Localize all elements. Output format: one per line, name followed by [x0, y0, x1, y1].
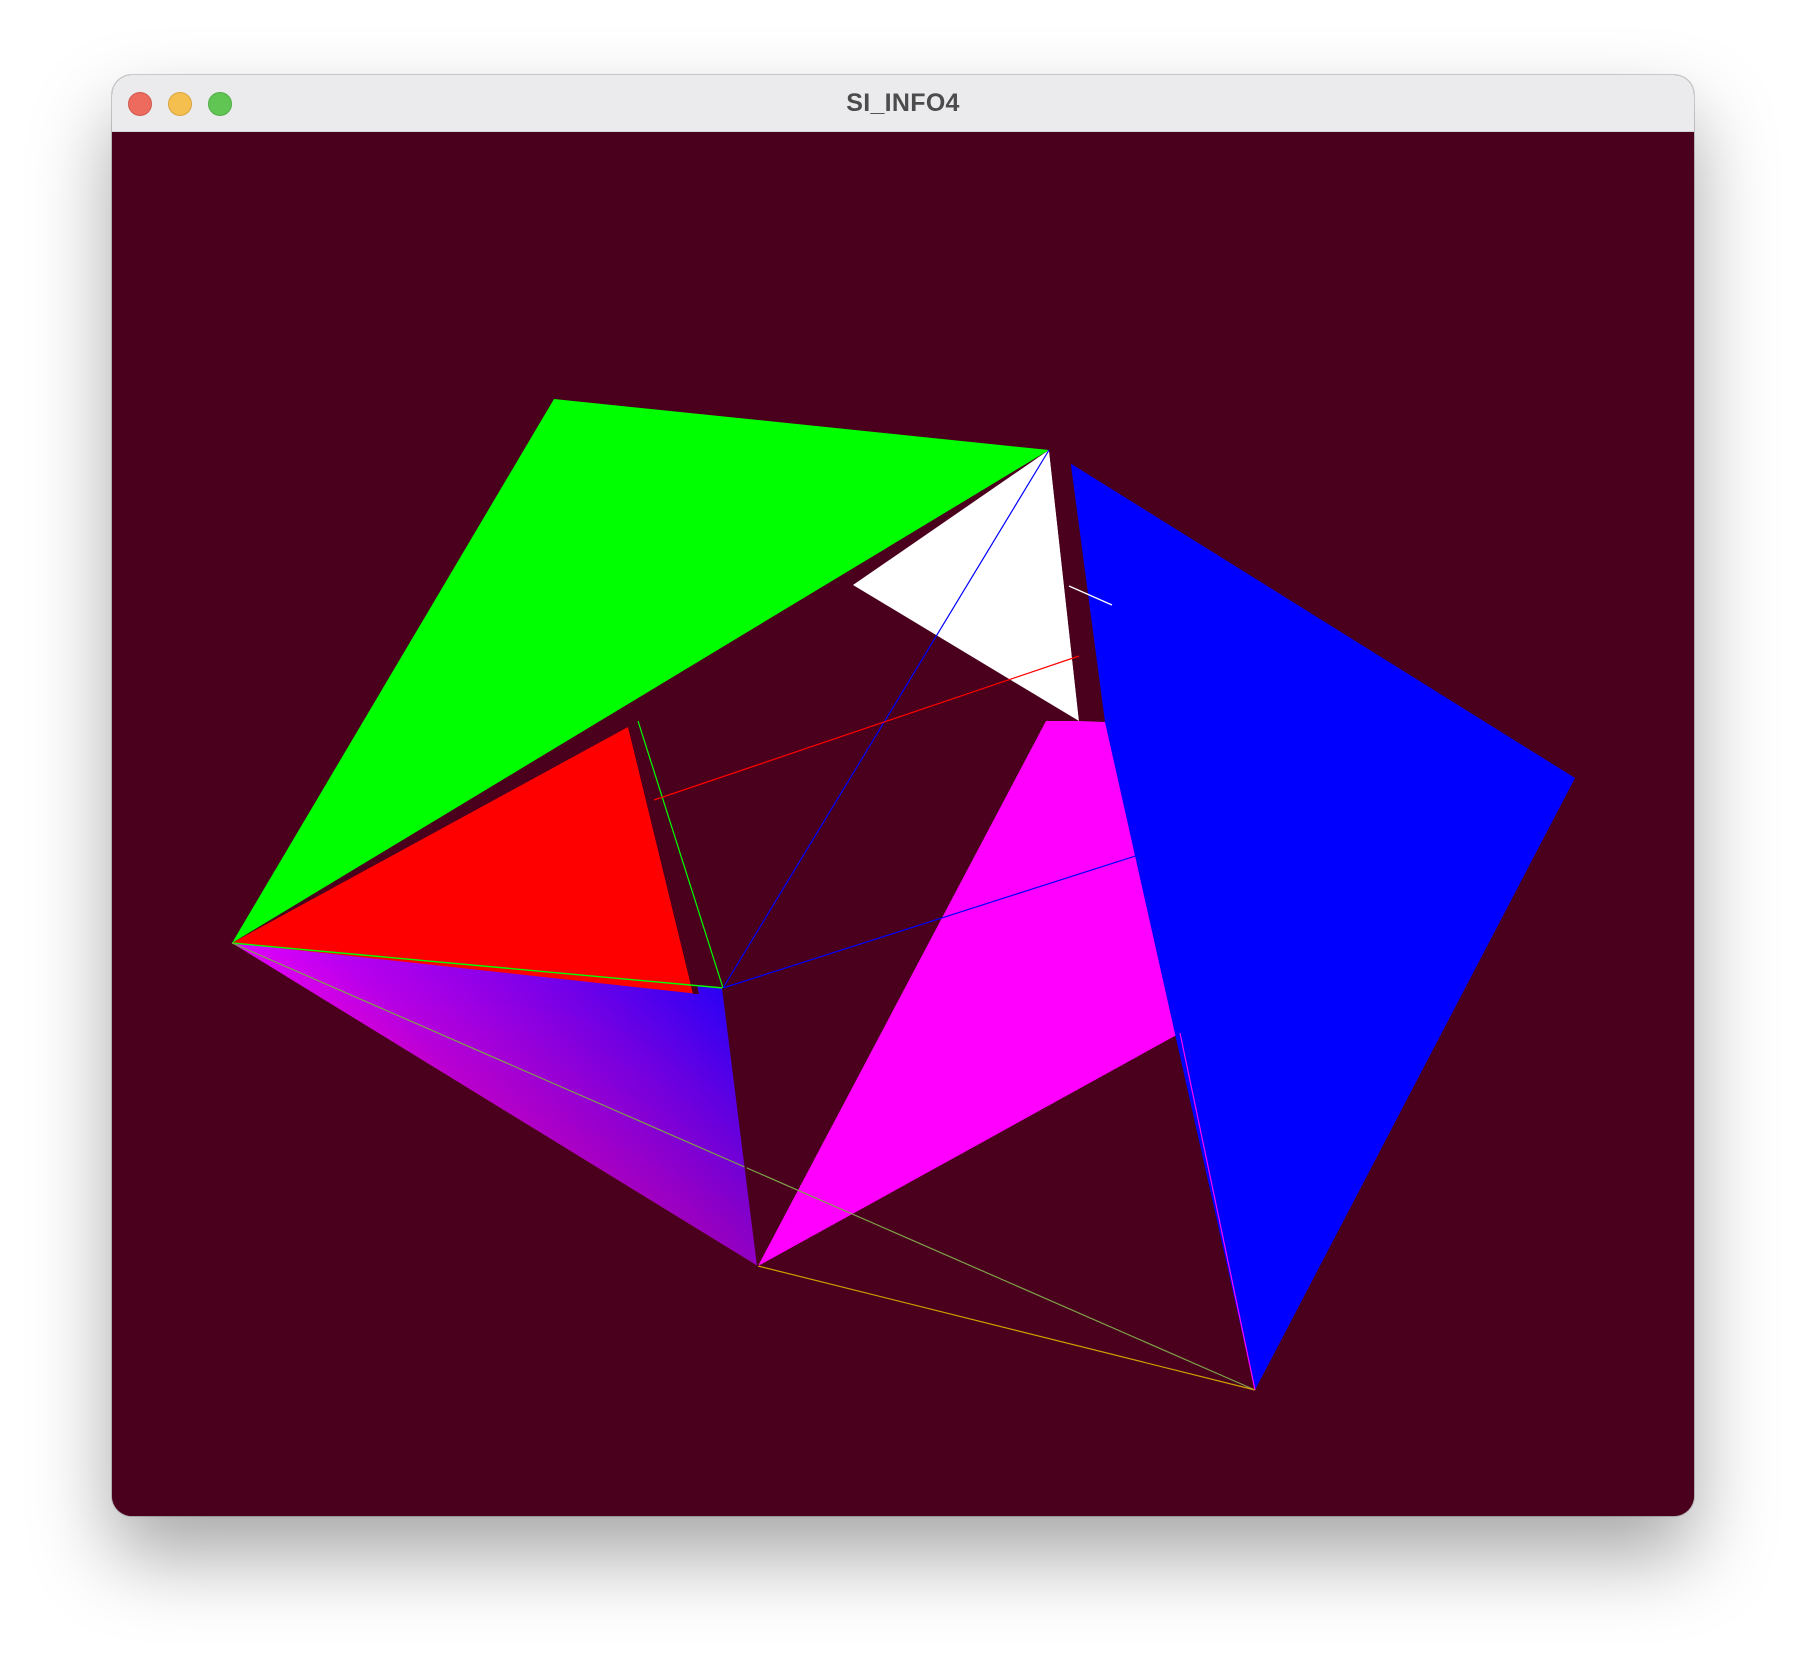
app-window: SI_INFO4	[112, 75, 1694, 1516]
render-viewport[interactable]	[112, 132, 1694, 1516]
title-bar[interactable]: SI_INFO4	[112, 75, 1694, 132]
scene-svg	[112, 132, 1694, 1516]
window-title: SI_INFO4	[846, 89, 960, 117]
